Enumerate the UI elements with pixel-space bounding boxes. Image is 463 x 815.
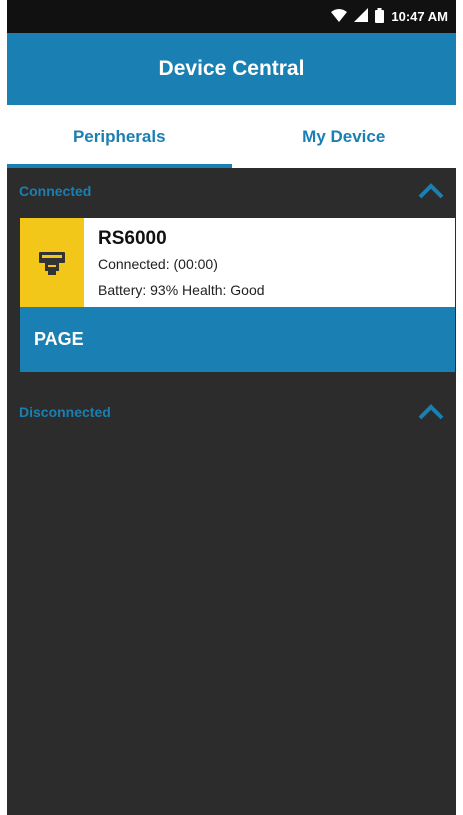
section-header-connected[interactable]: Connected	[7, 171, 456, 211]
device-card[interactable]: RS6000 Connected: (00:00) Battery: 93% H…	[20, 218, 455, 372]
status-time: 10:47 AM	[391, 9, 448, 24]
app-screen: 10:47 AM Device Central Peripherals My D…	[7, 0, 456, 815]
device-info: RS6000 Connected: (00:00) Battery: 93% H…	[84, 218, 455, 307]
device-name: RS6000	[98, 228, 167, 249]
section-label-connected: Connected	[19, 183, 92, 199]
chevron-up-icon	[418, 404, 444, 420]
signal-icon	[354, 8, 369, 25]
page-button[interactable]: PAGE	[20, 307, 455, 372]
tab-bar: Peripherals My Device	[7, 105, 456, 168]
device-battery-health: Battery: 93% Health: Good	[98, 282, 265, 298]
wifi-icon	[331, 8, 348, 25]
device-connection-status: Connected: (00:00)	[98, 256, 218, 272]
tab-my-device[interactable]: My Device	[232, 105, 457, 168]
chevron-up-icon	[418, 183, 444, 199]
battery-icon	[375, 7, 385, 26]
app-bar: Device Central	[7, 33, 456, 105]
page-title: Device Central	[158, 57, 305, 80]
device-card-details: RS6000 Connected: (00:00) Battery: 93% H…	[20, 218, 455, 307]
tab-peripherals[interactable]: Peripherals	[7, 105, 232, 168]
section-label-disconnected: Disconnected	[19, 404, 111, 420]
scanner-device-icon	[39, 251, 65, 275]
status-bar: 10:47 AM	[7, 0, 456, 33]
section-header-disconnected[interactable]: Disconnected	[7, 392, 456, 432]
device-icon-box	[20, 218, 84, 307]
